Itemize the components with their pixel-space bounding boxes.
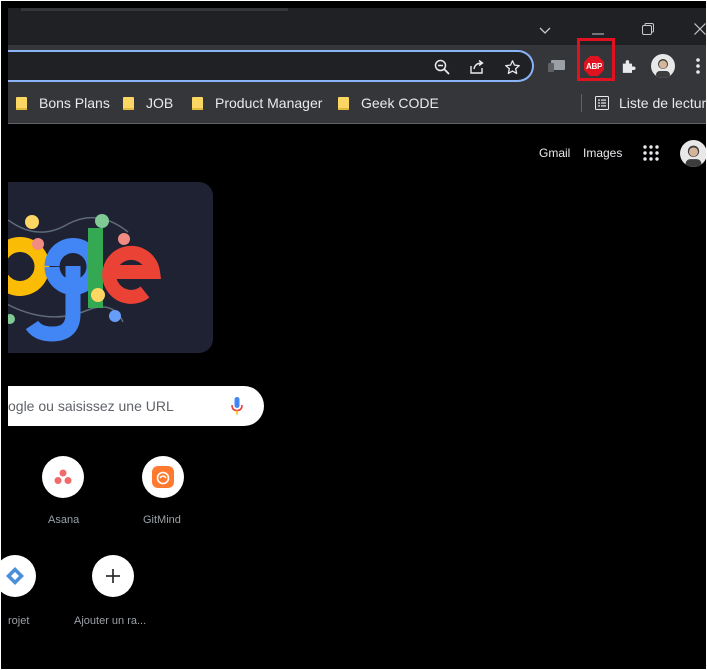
chevron-down-icon xyxy=(539,22,551,40)
images-link[interactable]: Images xyxy=(583,146,622,160)
more-vert-icon xyxy=(696,58,700,74)
shortcut-label: GitMind xyxy=(143,514,181,526)
shortcut-label: Asana xyxy=(48,514,80,526)
asana-icon xyxy=(54,469,72,484)
doodle-logo-graphic xyxy=(8,214,162,342)
shortcut-icon-circle xyxy=(42,456,84,498)
zoom-icon[interactable] xyxy=(432,57,452,77)
toolbar: ABP xyxy=(8,38,707,88)
shortcut-icon-circle xyxy=(0,555,36,597)
shortcut-label: Ajouter un ra... xyxy=(74,615,147,627)
restore-button[interactable] xyxy=(628,16,668,46)
plus-icon xyxy=(106,569,120,583)
extensions-puzzle-icon[interactable] xyxy=(617,56,639,76)
folder-icon xyxy=(16,96,27,110)
close-button[interactable] xyxy=(680,16,707,46)
shortcut-icon-circle xyxy=(92,555,134,597)
gitmind-icon xyxy=(152,466,174,488)
bookmark-label: Product Manager xyxy=(215,95,323,111)
avatar-icon xyxy=(656,59,670,78)
reading-list-label: Liste de lecture xyxy=(619,95,707,111)
bookmark-label: JOB xyxy=(146,95,174,111)
folder-icon xyxy=(192,96,203,110)
google-doodle[interactable] xyxy=(8,182,213,353)
avatar-icon xyxy=(685,145,702,167)
restore-icon xyxy=(642,22,654,40)
project-diamond-icon xyxy=(6,567,24,585)
address-bar[interactable] xyxy=(8,50,534,82)
tab-search-button[interactable] xyxy=(525,16,565,46)
bookmark-folder-bons-plans[interactable]: Bons Plans xyxy=(16,88,110,118)
gmail-link[interactable]: Gmail xyxy=(539,146,570,160)
bookmark-label: Bons Plans xyxy=(39,95,110,111)
abp-label: ABP xyxy=(586,61,602,71)
reading-list-button[interactable]: Liste de lecture xyxy=(595,88,707,118)
folder-icon xyxy=(338,96,349,110)
bookmarks-divider xyxy=(581,94,582,112)
ntp-search-box[interactable]: ogle ou saisissez une URL xyxy=(8,386,264,426)
bookmark-folder-job[interactable]: JOB xyxy=(123,88,173,118)
close-icon xyxy=(694,22,706,40)
profile-avatar[interactable] xyxy=(651,54,675,78)
shortcut-icon-circle xyxy=(142,456,184,498)
bookmark-label: Geek CODE xyxy=(361,95,439,111)
apps-grid-icon xyxy=(643,145,659,161)
bookmark-star-icon[interactable] xyxy=(502,57,522,77)
microphone-icon xyxy=(231,397,243,415)
extension-cast-icon[interactable] xyxy=(546,56,568,76)
bookmark-folder-product-manager[interactable]: Product Manager xyxy=(192,88,322,118)
bookmarks-bar: Bons Plans JOB Product Manager Geek CODE… xyxy=(8,88,707,124)
new-tab-page: Gmail Images ogle ou saisissez une URL A… xyxy=(0,124,707,670)
search-placeholder: ogle ou saisissez une URL xyxy=(8,398,174,414)
account-avatar[interactable] xyxy=(680,140,707,167)
shortcut-label: rojet xyxy=(8,615,30,627)
adblock-plus-extension-button[interactable]: ABP xyxy=(584,56,604,76)
reading-list-icon xyxy=(595,96,609,110)
active-tab-edge[interactable] xyxy=(21,8,288,11)
chrome-menu-button[interactable] xyxy=(692,56,704,76)
folder-icon xyxy=(123,96,134,110)
voice-search-button[interactable] xyxy=(227,396,247,416)
bookmark-folder-geek-code[interactable]: Geek CODE xyxy=(338,88,439,118)
google-apps-button[interactable] xyxy=(642,144,660,162)
share-icon[interactable] xyxy=(467,57,487,77)
